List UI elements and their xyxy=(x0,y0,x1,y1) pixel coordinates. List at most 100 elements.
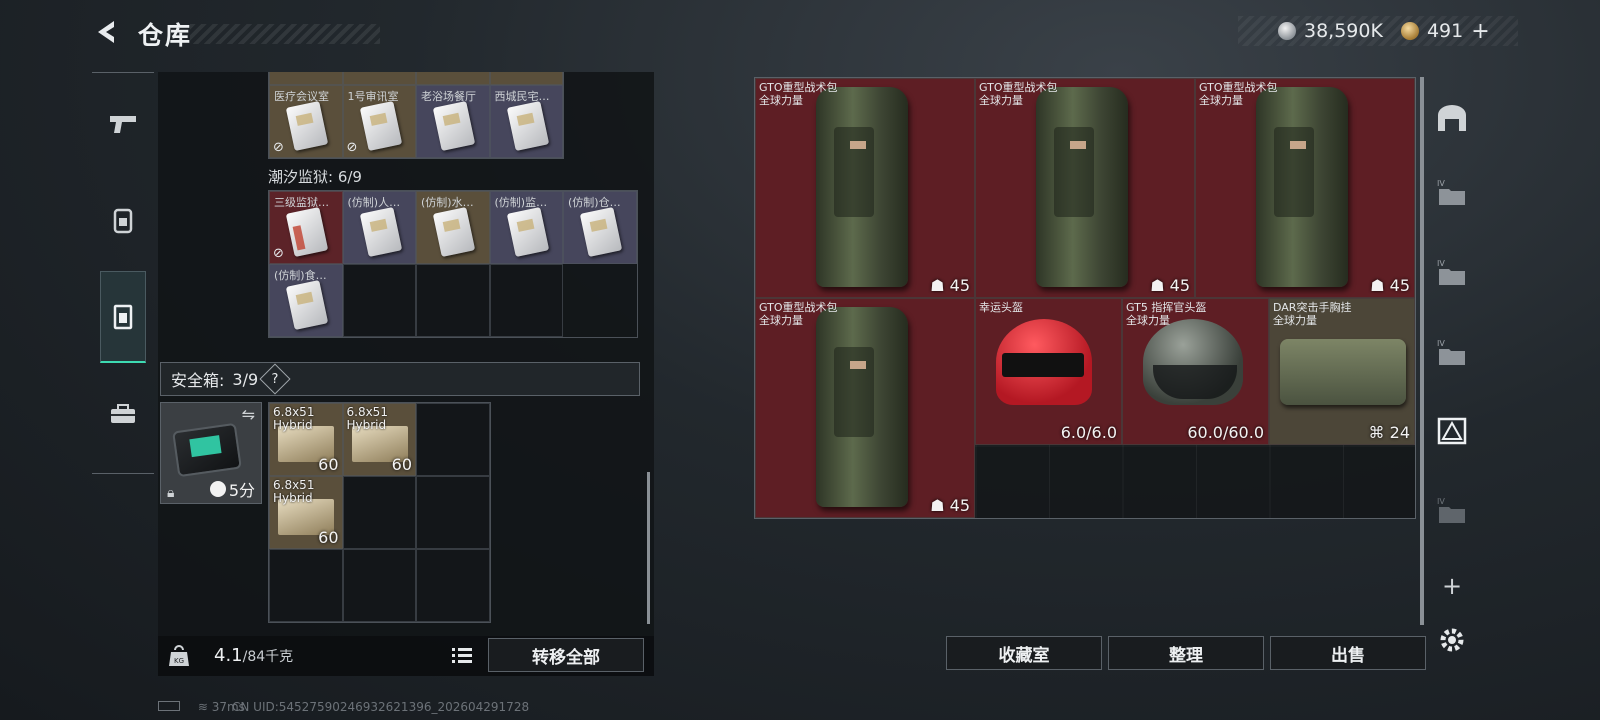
add-page-icon[interactable]: + xyxy=(1432,566,1472,606)
keycard-icon xyxy=(359,206,402,258)
stash-item-helmet[interactable]: 幸运头盔 6.0/6.0 xyxy=(975,298,1122,445)
keycard-icon xyxy=(285,206,329,258)
svg-text:IV: IV xyxy=(1437,179,1445,188)
list-view-button[interactable] xyxy=(448,643,476,669)
safebox-timer: 5分 xyxy=(228,481,255,500)
folder-icon: IV xyxy=(1437,179,1465,205)
nav-stash-page-3[interactable]: IV xyxy=(1432,332,1472,372)
gear-icon xyxy=(1440,628,1464,652)
empty-slot[interactable] xyxy=(342,549,416,622)
vault-icon xyxy=(1438,105,1466,131)
keycard-slot[interactable]: 三级监狱… ⊘ xyxy=(269,191,343,264)
ammo-slot[interactable]: 6.8x51 Hybrid 60 xyxy=(342,403,416,476)
keycard-icon xyxy=(285,279,329,331)
clock-icon xyxy=(209,481,226,497)
folder-icon: IV xyxy=(1437,339,1465,365)
keycard-slot[interactable]: (仿制)食… xyxy=(269,264,343,337)
empty-slot[interactable] xyxy=(342,264,416,337)
folder-icon: IV xyxy=(1437,259,1465,285)
vest-icon xyxy=(1280,339,1406,405)
keycard-slot[interactable]: 1号审讯室 ⊘ xyxy=(342,85,416,158)
capacity-stat: ☗ 45 xyxy=(930,496,970,515)
stash-item-backpack[interactable]: GTO重型战术包 全球力量 ☗ 45 xyxy=(975,78,1195,298)
ammo-slot[interactable]: 6.8x51 Hybrid 60 xyxy=(269,476,343,549)
warning-folder-icon xyxy=(1437,417,1467,445)
ammo-slot[interactable]: 6.8x51 Hybrid 60 xyxy=(269,403,343,476)
nav-stash-page-add[interactable]: IV xyxy=(1432,490,1472,530)
back-button[interactable] xyxy=(92,16,124,48)
nav-toolbox[interactable] xyxy=(100,391,146,437)
svg-text:KG: KG xyxy=(174,657,184,665)
backpack-icon xyxy=(816,307,908,507)
pistol-icon xyxy=(110,116,136,133)
keycard-slot[interactable]: (仿制)水… xyxy=(416,191,490,264)
stash-item-vest[interactable]: DAR突击手胸挂 全球力量 ⌘ 24 xyxy=(1269,298,1415,445)
keycard-slot[interactable]: (仿制)人… xyxy=(342,191,416,264)
no-transfer-icon: ⊘ xyxy=(273,246,284,261)
nav-stash-page-1[interactable]: IV xyxy=(1432,172,1472,212)
safebox-item[interactable]: ⇋ 🔒︎ 5分 xyxy=(160,402,262,504)
keycard-icon xyxy=(506,206,549,258)
nav-stash-page-active[interactable] xyxy=(1432,410,1472,450)
add-currency-button[interactable]: + xyxy=(1471,19,1489,44)
battery-icon xyxy=(158,701,180,711)
wifi-icon: ≋ xyxy=(197,700,208,714)
safebox-icon xyxy=(172,422,242,478)
stash-item-backpack[interactable]: GTO重型战术包 全球力量 ☗ 45 xyxy=(1195,78,1415,298)
left-nav xyxy=(92,72,154,474)
helmet-icon xyxy=(1143,319,1243,405)
keycard-icon xyxy=(432,100,476,152)
capacity-stat: ☗ 45 xyxy=(1150,276,1190,295)
keycard-slot[interactable]: 医疗会议室 ⊘ xyxy=(269,85,343,158)
currency-bar: 38,590K 491 + xyxy=(1238,16,1518,46)
nav-equipment[interactable] xyxy=(100,197,146,243)
no-transfer-icon: ⊘ xyxy=(346,140,358,155)
settings-button[interactable] xyxy=(1432,620,1472,660)
nav-stash-page-2[interactable]: IV xyxy=(1432,252,1472,292)
backpack-icon xyxy=(1256,87,1348,287)
keycard-slot[interactable]: (仿制)监… xyxy=(489,191,563,264)
transfer-all-button[interactable]: 转移全部 xyxy=(488,638,644,672)
nav-storage[interactable] xyxy=(100,271,146,363)
nav-stash-main[interactable] xyxy=(1432,98,1472,138)
empty-slot[interactable] xyxy=(416,403,490,476)
svg-text:IV: IV xyxy=(1437,497,1445,506)
keycard-slot[interactable]: 西城民宅… xyxy=(489,85,563,158)
nav-weapons[interactable] xyxy=(100,101,146,147)
empty-slot[interactable] xyxy=(342,476,416,549)
keycard-slot[interactable]: (仿制)仓… xyxy=(563,191,637,264)
empty-slot[interactable] xyxy=(416,549,490,622)
stash-item-backpack[interactable]: GTO重型战术包 全球力量 ☗ 45 xyxy=(755,78,975,298)
premium-balance: 491 xyxy=(1426,20,1464,42)
help-button[interactable]: ? xyxy=(259,363,291,395)
inventory-scrollbar[interactable] xyxy=(647,472,650,624)
back-arrow-icon xyxy=(98,21,114,43)
capacity-stat: ☗ 45 xyxy=(1370,276,1410,295)
armor-icon xyxy=(113,208,133,234)
sell-button[interactable]: 出售 xyxy=(1270,636,1426,670)
stash-scrollbar[interactable] xyxy=(1420,77,1424,625)
sort-button[interactable]: 整理 xyxy=(1108,636,1264,670)
stash-panel: GTO重型战术包 全球力量 ☗ 45 GTO重型战术包 全球力量 ☗ 45 GTO重… xyxy=(754,77,1416,519)
lock-icon: 🔒︎ xyxy=(167,485,175,501)
capacity-stat: ⌘ 24 xyxy=(1368,423,1410,442)
uid-text: CN UID:545275902469326213​96_20260429172… xyxy=(232,700,530,714)
stash-item-helmet[interactable]: GT5 指挥官头盔 全球力量 60.0/60.0 xyxy=(1122,298,1269,445)
keycard-slot[interactable]: 老浴场餐厅 xyxy=(416,85,490,158)
stash-item-backpack[interactable]: GTO重型战术包 全球力量 ☗ 45 xyxy=(755,298,975,518)
weight-bar: KG 4.1/84千克 转移全部 xyxy=(158,636,654,676)
empty-slot[interactable] xyxy=(489,264,563,337)
safebox-grid: 6.8x51 Hybrid 60 6.8x51 Hybrid 60 6.8x51 Hy… xyxy=(268,402,491,623)
list-icon xyxy=(452,648,472,663)
empty-slot[interactable] xyxy=(416,264,490,337)
safebox-header: 安全箱: 3/9 ? xyxy=(160,362,640,396)
collection-room-button[interactable]: 收藏室 xyxy=(946,636,1102,670)
right-nav: IV IV IV IV + xyxy=(1426,80,1476,680)
empty-slot[interactable] xyxy=(269,549,343,622)
helmet-icon xyxy=(996,319,1092,405)
empty-slot[interactable] xyxy=(416,476,490,549)
durability-stat: 6.0/6.0 xyxy=(1060,423,1117,442)
toolbox-icon xyxy=(111,404,135,423)
folder-add-icon: IV xyxy=(1437,497,1465,523)
swap-icon[interactable]: ⇋ xyxy=(242,405,255,424)
